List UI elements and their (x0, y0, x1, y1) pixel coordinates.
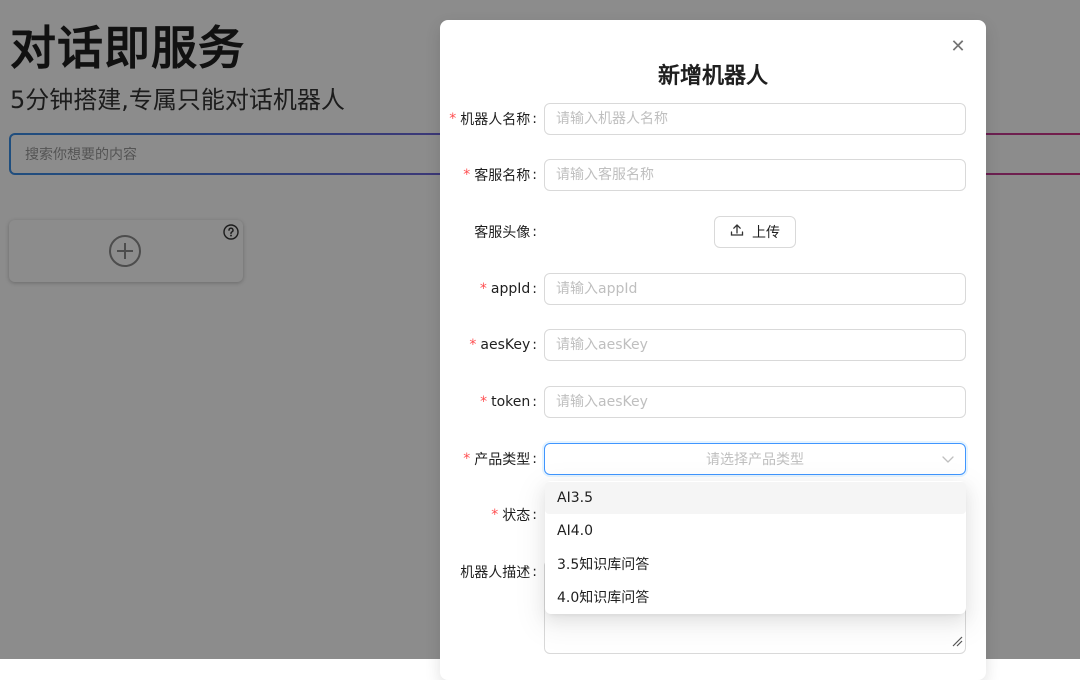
label-colon: : (532, 394, 537, 410)
form-row-avatar: 客服头像 : 上传 (440, 216, 986, 248)
label-colon: : (532, 167, 537, 183)
resize-handle-icon[interactable] (951, 632, 963, 651)
required-mark: * (469, 337, 477, 353)
appid-label-text: appId (490, 281, 531, 297)
robot-name-input[interactable] (544, 103, 966, 135)
form-row-appid: * appId : (440, 273, 986, 305)
aeskey-input[interactable] (544, 329, 966, 361)
modal-title: 新增机器人 (657, 64, 768, 89)
dropdown-option[interactable]: 3.5知识库问答 (545, 548, 966, 580)
label-colon: : (532, 337, 537, 353)
robot-name-label-text: 机器人名称 (460, 112, 531, 128)
label-colon: : (532, 111, 537, 127)
form-row-aeskey: * aesKey : (440, 329, 986, 361)
dropdown-option[interactable]: 4.0知识库问答 (545, 581, 966, 613)
token-input[interactable] (544, 386, 966, 418)
aeskey-label: * aesKey : (440, 329, 539, 361)
product-type-label-text: 产品类型 (474, 452, 531, 468)
product-type-placeholder: 请选择产品类型 (706, 452, 804, 468)
service-name-label: * 客服名称 : (440, 159, 539, 191)
product-type-select[interactable]: 请选择产品类型 (544, 443, 966, 475)
aeskey-label-text: aesKey (480, 337, 531, 353)
required-mark: * (479, 281, 487, 297)
required-mark: * (491, 507, 499, 523)
form-row-token: * token : (440, 386, 986, 418)
upload-button-label: 上传 (752, 225, 780, 241)
avatar-label: 客服头像 : (440, 216, 539, 248)
service-name-input[interactable] (544, 159, 966, 191)
form-row-robot-name: * 机器人名称 : (440, 103, 986, 135)
service-name-label-text: 客服名称 (474, 168, 531, 184)
label-colon: : (532, 507, 537, 523)
product-type-dropdown: AI3.5 AI4.0 3.5知识库问答 4.0知识库问答 (545, 481, 966, 614)
product-type-label: * 产品类型 : (440, 443, 539, 475)
form-row-product-type: * 产品类型 : 请选择产品类型 (440, 443, 986, 475)
token-label-text: token (491, 394, 531, 410)
required-mark: * (449, 111, 457, 127)
avatar-label-text: 客服头像 (474, 225, 531, 241)
label-colon: : (532, 281, 537, 297)
upload-button[interactable]: 上传 (714, 216, 796, 248)
token-label: * token : (440, 386, 539, 418)
required-mark: * (480, 394, 488, 410)
dropdown-option[interactable]: AI4.0 (545, 515, 966, 547)
description-label-text: 机器人描述 (460, 565, 531, 581)
robot-name-label: * 机器人名称 : (440, 103, 539, 135)
description-label: 机器人描述 : (440, 556, 539, 588)
form-row-service-name: * 客服名称 : (440, 159, 986, 191)
chevron-down-icon (941, 452, 955, 470)
dropdown-option[interactable]: AI3.5 (545, 482, 966, 514)
appid-input[interactable] (544, 273, 966, 305)
label-colon: : (532, 451, 537, 467)
close-icon[interactable]: ✕ (946, 34, 970, 58)
status-label: * 状态 : (440, 499, 539, 531)
appid-label: * appId : (440, 273, 539, 305)
label-colon: : (532, 224, 537, 240)
required-mark: * (463, 167, 471, 183)
status-label-text: 状态 (502, 508, 531, 524)
required-mark: * (463, 451, 471, 467)
label-colon: : (532, 564, 537, 580)
upload-icon (730, 223, 744, 241)
